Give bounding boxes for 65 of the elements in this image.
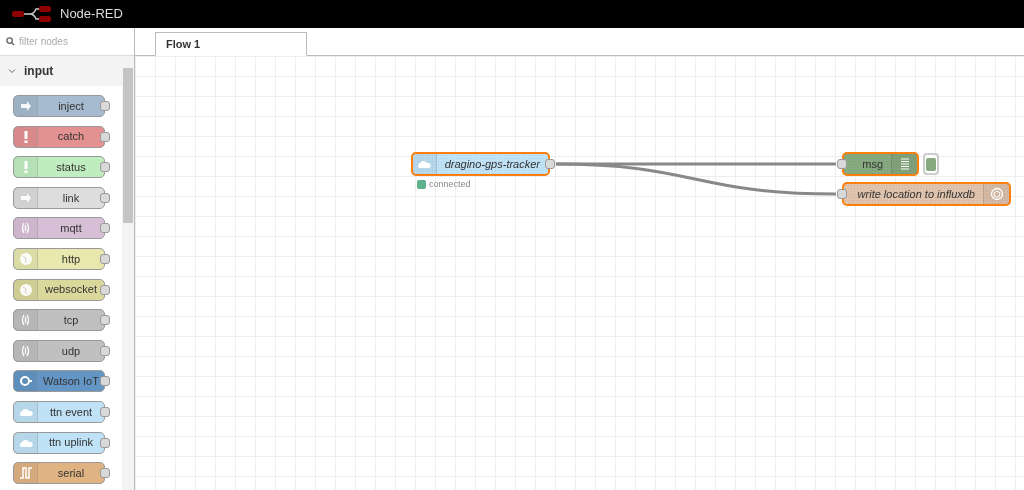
node-label: Watson IoT bbox=[42, 374, 100, 390]
output-port[interactable] bbox=[100, 101, 110, 111]
palette-node[interactable]: tcp bbox=[13, 309, 105, 332]
output-port[interactable] bbox=[100, 406, 110, 417]
filter-field[interactable]: filter nodes bbox=[19, 34, 134, 49]
chip-icon bbox=[18, 374, 33, 389]
node-label: ttn event bbox=[48, 404, 94, 420]
node-label: write location to influxdb bbox=[856, 186, 976, 202]
output-port[interactable] bbox=[100, 284, 110, 295]
output-port[interactable] bbox=[100, 468, 110, 479]
pulse-icon bbox=[18, 466, 33, 481]
globe-icon bbox=[18, 282, 33, 297]
scrollbar[interactable] bbox=[122, 56, 134, 490]
output-port[interactable] bbox=[100, 131, 110, 142]
node-label: catch bbox=[56, 129, 86, 145]
flow-tab[interactable]: Flow 1 bbox=[155, 32, 307, 56]
output-port[interactable] bbox=[100, 253, 110, 264]
debug-toggle-button[interactable] bbox=[923, 153, 939, 175]
arrow-icon bbox=[18, 99, 33, 113]
palette-node[interactable]: link bbox=[13, 186, 105, 209]
chevron-icon bbox=[8, 67, 16, 75]
output-port[interactable] bbox=[100, 192, 110, 203]
flow-node[interactable]: msg bbox=[842, 152, 919, 176]
node-label: ttn uplink bbox=[48, 435, 94, 451]
output-port[interactable] bbox=[100, 315, 110, 326]
node-label: status bbox=[55, 159, 87, 175]
palette-node[interactable]: ttn uplink bbox=[13, 431, 105, 454]
input-port[interactable] bbox=[837, 159, 847, 169]
node-label: inject bbox=[57, 98, 85, 114]
node-label: http bbox=[60, 251, 82, 267]
output-port[interactable] bbox=[545, 159, 555, 169]
flow-node[interactable]: dragino-gps-tracker bbox=[411, 152, 550, 176]
palette-node[interactable]: mqtt bbox=[13, 217, 105, 240]
palette-node[interactable]: Watson IoT bbox=[13, 370, 105, 393]
wires-drawing[interactable] bbox=[555, 162, 837, 196]
node-label: link bbox=[61, 190, 81, 206]
status-text: connected bbox=[429, 178, 471, 191]
globe-icon bbox=[18, 251, 33, 266]
palette-node[interactable]: ttn event bbox=[13, 400, 105, 423]
palette-node[interactable]: websocket bbox=[13, 278, 105, 301]
palette-node[interactable]: catch bbox=[13, 125, 105, 148]
node-label: msg bbox=[861, 156, 884, 172]
output-port[interactable] bbox=[100, 345, 110, 356]
node-label: serial bbox=[56, 465, 86, 481]
flow-canvas[interactable]: dragino-gps-tracker connected msg write location to influxdb bbox=[135, 56, 1024, 490]
input-port[interactable] bbox=[837, 189, 847, 199]
app-title: Node-RED bbox=[60, 5, 123, 24]
node-label: mqtt bbox=[59, 221, 83, 237]
node-label: websocket bbox=[44, 282, 98, 298]
logo-icon bbox=[12, 6, 52, 22]
palette-node[interactable]: inject bbox=[13, 95, 105, 117]
output-port[interactable] bbox=[100, 223, 110, 234]
node-label: udp bbox=[60, 343, 82, 359]
search-icon bbox=[6, 37, 15, 46]
node-label: tcp bbox=[62, 312, 80, 328]
output-port[interactable] bbox=[100, 376, 110, 387]
output-port[interactable] bbox=[100, 162, 110, 173]
palette-node[interactable]: http bbox=[13, 247, 105, 270]
palette-node[interactable]: status bbox=[13, 156, 105, 179]
output-port[interactable] bbox=[100, 437, 110, 448]
palette-node[interactable]: udp bbox=[13, 339, 105, 362]
flow-node[interactable]: write location to influxdb bbox=[842, 182, 1011, 206]
palette-node[interactable]: serial bbox=[13, 462, 105, 485]
node-label: dragino-gps-tracker bbox=[443, 156, 541, 172]
category-header[interactable]: input bbox=[0, 56, 122, 86]
